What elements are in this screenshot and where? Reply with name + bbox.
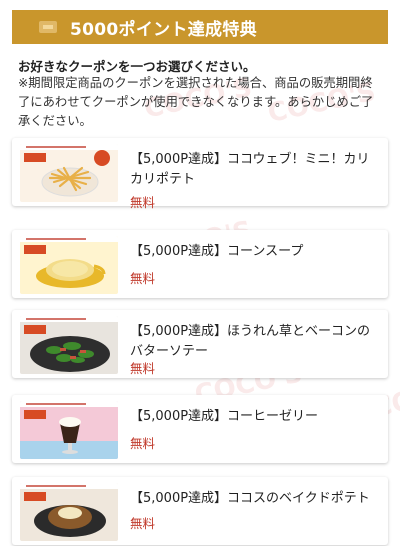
page-title: 5000ポイント達成特典 bbox=[70, 19, 257, 40]
coupon-price: 無料 bbox=[130, 195, 156, 210]
notice-text: ※期間限定商品のクーポンを選択された場合、商品の販売期間終了にあわせてクーポンが… bbox=[18, 76, 374, 128]
coupon-name: 【5,000P達成】コーンスープ bbox=[130, 244, 304, 259]
coupon-card[interactable]: 【5,000P達成】コーンスープ 無料 bbox=[12, 230, 388, 298]
fries-image bbox=[20, 144, 118, 202]
baked-potato-image bbox=[20, 483, 118, 541]
coupon-name: 【5,000P達成】ココスのベイクドポテト bbox=[130, 491, 370, 506]
coupon-name: 【5,000P達成】コーヒーゼリー bbox=[130, 409, 319, 424]
coupon-name: 【5,000P達成】ココウェブ！ミニ！カリカリポテト bbox=[130, 152, 370, 187]
coupon-card[interactable]: 【5,000P達成】ココウェブ！ミニ！カリカリポテト 無料 bbox=[12, 138, 388, 210]
coupon-card[interactable]: 【5,000P達成】ほうれん草とベーコンのバターソテー 無料 bbox=[12, 310, 388, 378]
instruction-text: お好きなクーポンを一つお選びください。 bbox=[18, 59, 256, 74]
coupon-name: 【5,000P達成】ほうれん草とベーコンのバターソテー bbox=[130, 324, 371, 359]
coupon-card[interactable]: 【5,000P達成】コーヒーゼリー 無料 bbox=[12, 395, 388, 463]
spinach-image bbox=[20, 316, 118, 374]
coupon-price: 無料 bbox=[130, 516, 156, 531]
coupon-price: 無料 bbox=[130, 436, 156, 451]
coffee-jelly-image bbox=[20, 401, 118, 459]
coupon-price: 無料 bbox=[130, 361, 156, 376]
coupon-price: 無料 bbox=[130, 271, 156, 286]
ticket-icon bbox=[38, 17, 58, 37]
soup-image bbox=[20, 236, 118, 294]
coupon-card[interactable]: 【5,000P達成】ココスのベイクドポテト 無料 bbox=[12, 477, 388, 545]
page-header: 5000ポイント達成特典 bbox=[12, 10, 388, 44]
